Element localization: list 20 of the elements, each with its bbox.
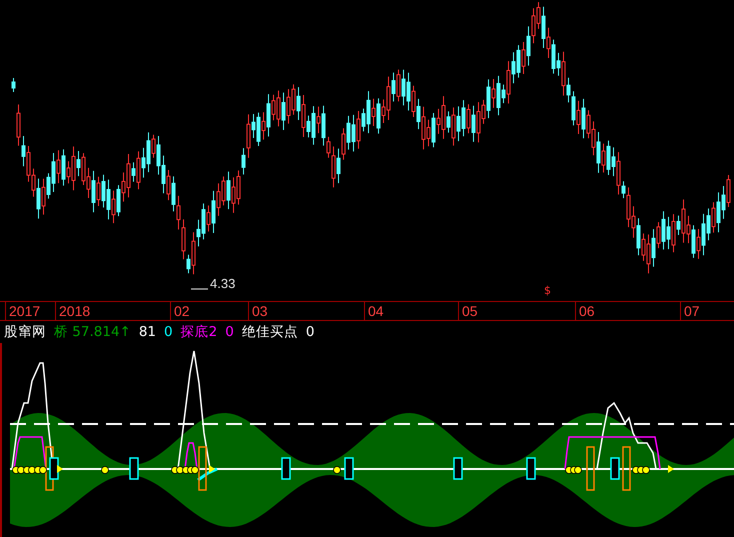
leader-line: [190, 288, 208, 290]
axis-date-label: 04: [368, 303, 384, 319]
indicator-value: 探底2: [180, 323, 218, 342]
indicator-value: 0: [164, 323, 173, 342]
axis-date-label: 06: [579, 303, 595, 319]
indicator-name: 股窜网: [4, 323, 46, 342]
axis-date-label: 07: [684, 303, 700, 319]
signal-line: [197, 468, 218, 482]
indicator-value: 绝佳买点: [242, 323, 298, 342]
axis-date-label: 2017: [9, 303, 40, 319]
event-marker: $: [544, 285, 551, 297]
indicator-value: 81: [138, 323, 156, 342]
axis-date-label: 2018: [59, 303, 90, 319]
axis-date-label: 02: [174, 303, 190, 319]
indicator-value: 桥 57.814↑: [54, 323, 131, 342]
axis-date-label: 05: [462, 303, 478, 319]
low-price-label: 4.33: [210, 275, 236, 293]
axis-date-label: 03: [252, 303, 268, 319]
indicator-value: 0: [306, 323, 314, 342]
indicator-value: 0: [225, 323, 234, 342]
